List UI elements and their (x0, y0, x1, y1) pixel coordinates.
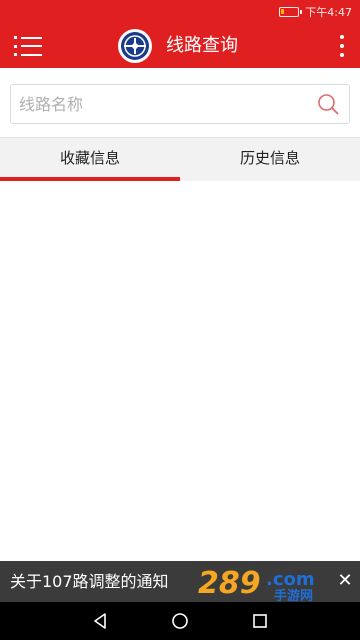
tab-history[interactable]: 历史信息 (180, 138, 360, 181)
tab-bar: 收藏信息 历史信息 (0, 137, 360, 181)
home-icon[interactable] (168, 609, 192, 633)
battery-icon (279, 7, 303, 17)
back-icon[interactable] (88, 609, 112, 633)
svg-text:.com: .com (266, 569, 315, 590)
recents-icon[interactable] (248, 609, 272, 633)
page-title: 线路查询 (166, 35, 238, 56)
close-icon[interactable]: ✕ (336, 571, 354, 591)
favorites-list (0, 181, 360, 561)
status-time: 下午4:47 (305, 6, 352, 19)
svg-text:289: 289 (198, 566, 261, 601)
search-input[interactable] (19, 85, 309, 123)
notice-text[interactable]: 关于107路调整的通知 (10, 561, 169, 602)
tab-favorites[interactable]: 收藏信息 (0, 138, 180, 181)
menu-icon[interactable] (14, 35, 44, 57)
app-logo (118, 29, 152, 63)
more-vert-icon[interactable] (336, 35, 348, 57)
app-bar: 线路查询 (0, 24, 360, 68)
svg-text:手游网: 手游网 (274, 588, 313, 601)
search-bar (10, 84, 350, 124)
watermark-logo: 289 .com 手游网 (198, 566, 315, 601)
search-icon[interactable] (317, 93, 339, 115)
status-bar: 下午4:47 (0, 0, 360, 24)
system-nav-bar (0, 602, 360, 640)
notice-banner[interactable]: 关于107路调整的通知 289 .com 手游网 ✕ (0, 561, 360, 602)
